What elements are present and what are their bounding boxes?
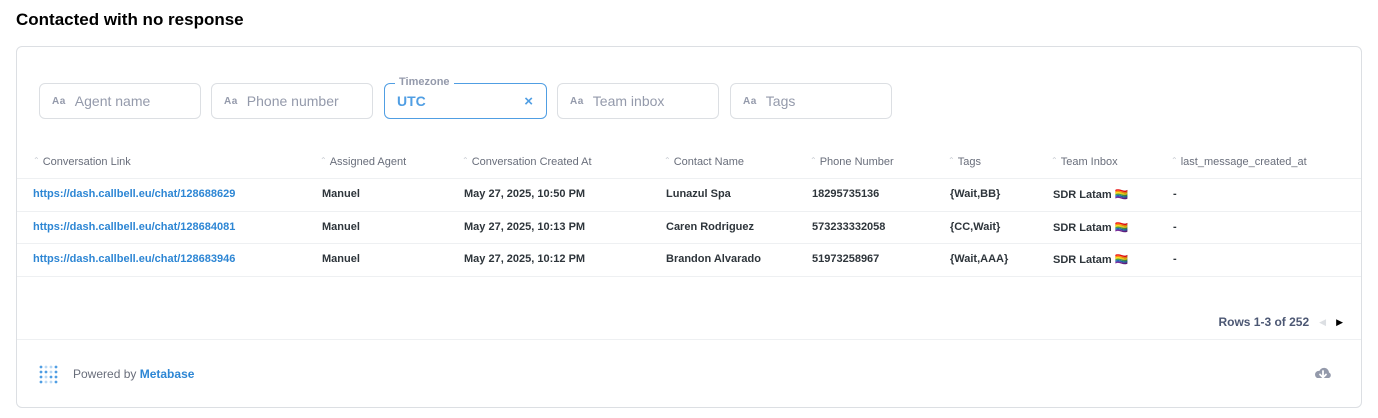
- column-header[interactable]: ⌃ Assigned Agent: [320, 156, 406, 168]
- last-message-cell: -: [1173, 220, 1177, 233]
- tags-placeholder: Tags: [765, 93, 796, 109]
- text-type-icon: Aa: [52, 95, 66, 107]
- conversation-link[interactable]: https://dash.callbell.eu/chat/128688629: [33, 188, 235, 200]
- team-inbox-cell: SDR Latam 🏳️‍🌈: [1053, 189, 1129, 201]
- assigned-agent-cell: Manuel: [322, 253, 360, 265]
- conversation-link[interactable]: https://dash.callbell.eu/chat/128684081: [33, 221, 235, 233]
- table-row: https://dash.callbell.eu/chat/128684081 …: [17, 212, 1361, 244]
- chevron-right-icon[interactable]: ▶: [1336, 317, 1343, 328]
- assigned-agent-cell: Manuel: [322, 188, 360, 200]
- table-header: ⌃ Conversation Link ⌃ Assigned Agent ⌃ Conv…: [17, 147, 1361, 179]
- created-at-cell: May 27, 2025, 10:13 PM: [464, 220, 586, 233]
- last-message-cell: -: [1173, 253, 1177, 265]
- column-header[interactable]: ⌃ Tags: [948, 156, 981, 168]
- timezone-filter[interactable]: Timezone UTC ×: [384, 76, 547, 119]
- agent-name-filter[interactable]: Aa Agent name: [39, 83, 201, 119]
- sort-icon: ⌃: [1171, 156, 1178, 165]
- last-message-cell: -: [1173, 188, 1177, 200]
- contact-name-cell: Caren Rodriguez: [666, 220, 755, 233]
- powered-by-text: Powered by Metabase: [73, 367, 195, 381]
- text-type-icon: Aa: [570, 95, 584, 107]
- assigned-agent-cell: Manuel: [322, 220, 360, 233]
- phone-number-cell: 51973258967: [812, 253, 880, 265]
- tags-cell: {Wait,AAA}: [950, 253, 1009, 265]
- contact-name-cell: Lunazul Spa: [666, 188, 731, 200]
- results-table: ⌃ Conversation Link ⌃ Assigned Agent ⌃ Conv…: [17, 147, 1361, 277]
- agent-name-placeholder: Agent name: [74, 93, 151, 109]
- sort-icon: ⌃: [320, 156, 327, 165]
- dashboard-card: Aa Agent name Aa Phone number Timezone U…: [16, 46, 1362, 408]
- phone-number-placeholder: Phone number: [246, 93, 339, 109]
- team-inbox-filter[interactable]: Aa Team inbox: [557, 83, 719, 119]
- sort-icon: ⌃: [33, 156, 40, 165]
- contact-name-cell: Brandon Alvarado: [666, 253, 761, 265]
- sort-icon: ⌃: [462, 156, 469, 165]
- timezone-filter-label: Timezone: [395, 76, 454, 88]
- column-header[interactable]: ⌃ Conversation Created At: [462, 156, 592, 168]
- embed-footer: Powered by Metabase: [17, 339, 1361, 407]
- table-row: https://dash.callbell.eu/chat/128683946 …: [17, 244, 1361, 277]
- column-header[interactable]: ⌃ Contact Name: [664, 156, 744, 168]
- text-type-icon: Aa: [743, 95, 757, 107]
- sort-icon: ⌃: [810, 156, 817, 165]
- column-header[interactable]: ⌃ Conversation Link: [33, 156, 131, 168]
- team-inbox-cell: SDR Latam 🏳️‍🌈: [1053, 254, 1129, 266]
- timezone-filter-value: UTC: [397, 93, 426, 109]
- tags-filter[interactable]: Aa Tags: [730, 83, 892, 119]
- column-header[interactable]: ⌃ Team Inbox: [1051, 156, 1118, 168]
- metabase-link[interactable]: Metabase: [140, 367, 195, 381]
- page-title: Contacted with no response: [16, 10, 244, 29]
- tags-cell: {CC,Wait}: [950, 220, 1001, 233]
- table-row: https://dash.callbell.eu/chat/128688629 …: [17, 179, 1361, 212]
- created-at-cell: May 27, 2025, 10:12 PM: [464, 253, 586, 265]
- row-count: Rows 1-3 of 252: [1218, 315, 1310, 329]
- text-type-icon: Aa: [224, 95, 238, 107]
- metabase-logo-icon: [39, 365, 58, 384]
- phone-number-cell: 573233332058: [812, 220, 886, 233]
- team-inbox-placeholder: Team inbox: [592, 93, 665, 109]
- sort-icon: ⌃: [948, 156, 955, 165]
- phone-number-filter[interactable]: Aa Phone number: [211, 83, 373, 119]
- column-header[interactable]: ⌃ Phone Number: [810, 156, 894, 168]
- team-inbox-cell: SDR Latam 🏳️‍🌈: [1053, 221, 1129, 234]
- column-header[interactable]: ⌃ last_message_created_at: [1171, 156, 1307, 168]
- cloud-download-icon[interactable]: [1313, 365, 1333, 383]
- pagination: Rows 1-3 of 252 ◀ ▶: [1218, 315, 1343, 329]
- phone-number-cell: 18295735136: [812, 188, 880, 200]
- chevron-left-icon[interactable]: ◀: [1319, 317, 1326, 328]
- sort-icon: ⌃: [664, 156, 671, 165]
- close-icon[interactable]: ×: [524, 93, 533, 110]
- created-at-cell: May 27, 2025, 10:50 PM: [464, 188, 586, 200]
- tags-cell: {Wait,BB}: [950, 188, 1001, 200]
- conversation-link[interactable]: https://dash.callbell.eu/chat/128683946: [33, 253, 235, 265]
- sort-icon: ⌃: [1051, 156, 1058, 165]
